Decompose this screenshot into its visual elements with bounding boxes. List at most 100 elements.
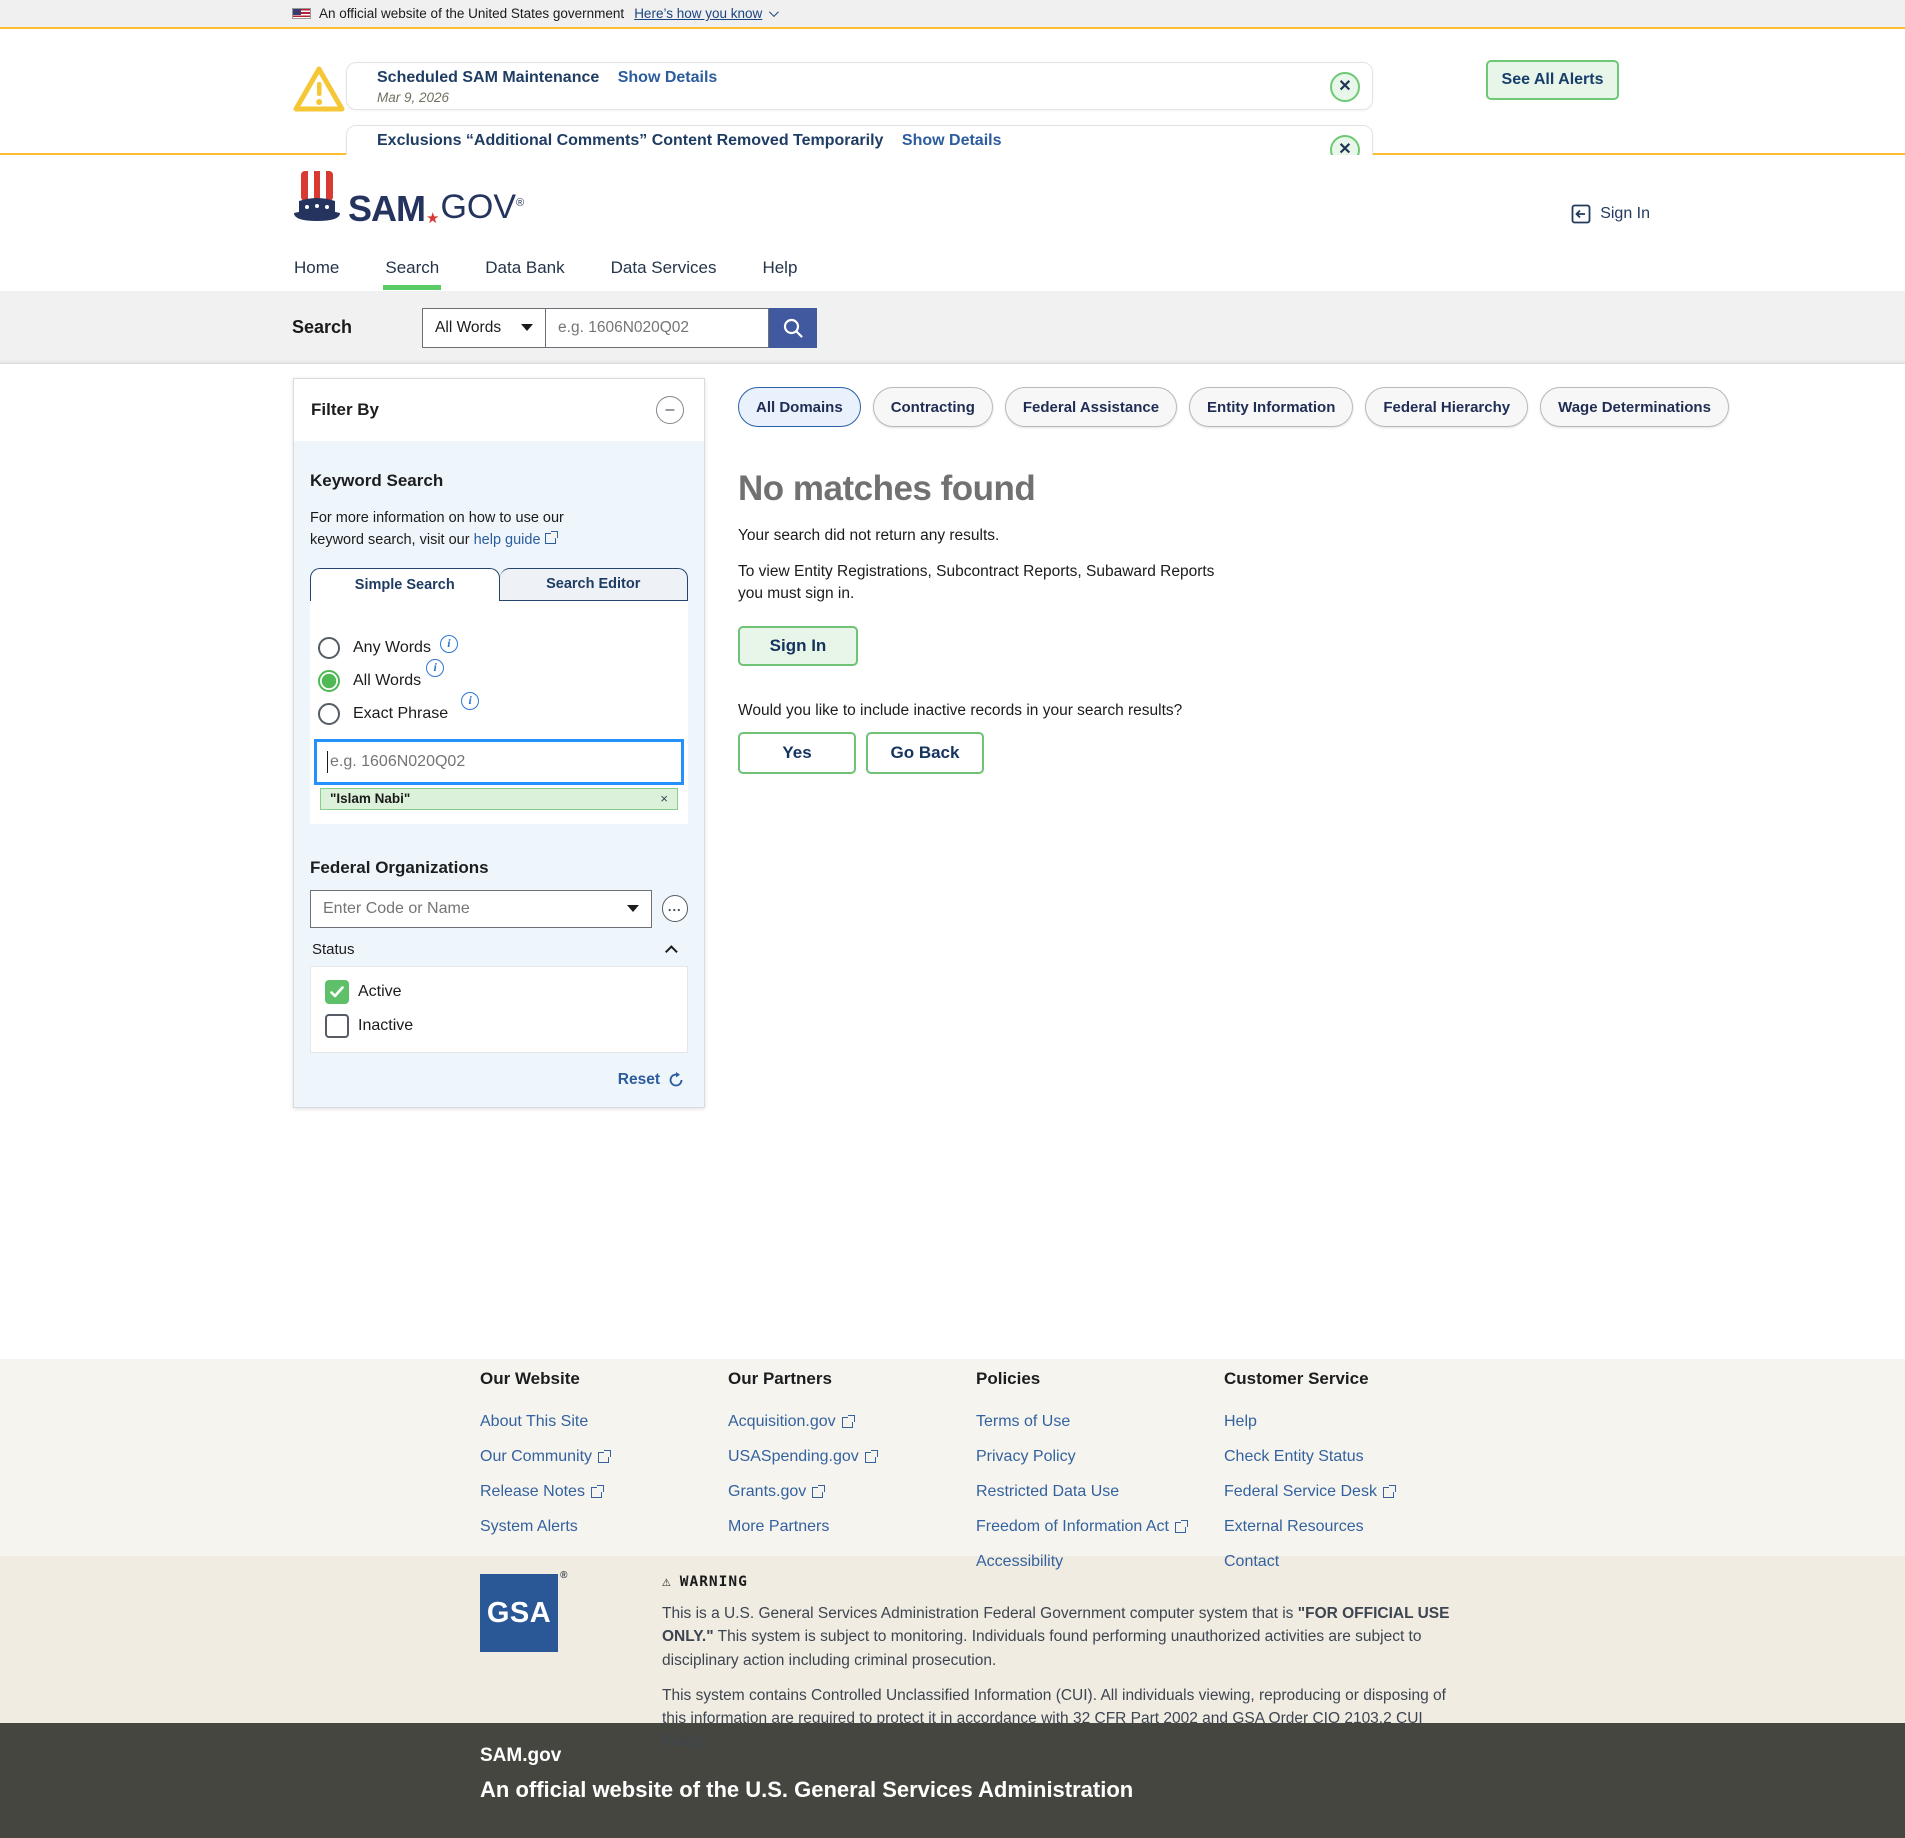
federal-org-placeholder: Enter Code or Name: [323, 900, 470, 918]
federal-org-select[interactable]: Enter Code or Name: [310, 890, 652, 928]
reset-filters[interactable]: Reset: [310, 1071, 684, 1089]
checkbox-unchecked-icon[interactable]: [325, 1014, 349, 1038]
gsa-logo-text: GSA: [487, 1597, 551, 1630]
footer-link-label: Release Notes: [480, 1483, 585, 1501]
footer-link-acquisition-gov[interactable]: Acquisition.gov: [728, 1413, 976, 1431]
sign-in-label: Sign In: [1600, 205, 1650, 223]
footer-link-our-community[interactable]: Our Community: [480, 1448, 728, 1466]
collapse-filters-button[interactable]: –: [656, 396, 684, 424]
checkbox-label: Active: [358, 983, 402, 1001]
see-all-alerts-button[interactable]: See All Alerts: [1486, 60, 1619, 100]
more-options-icon[interactable]: ...: [662, 895, 689, 922]
warning-triangle-icon: ⚠: [662, 1574, 672, 1590]
radio-any-words[interactable]: Any Words i: [318, 637, 684, 659]
tab-search-editor[interactable]: Search Editor: [500, 568, 689, 601]
footer-col-our-partners: Our Partners Acquisition.gov USASpending…: [728, 1369, 976, 1556]
footer-link-restricted-data-use[interactable]: Restricted Data Use: [976, 1483, 1224, 1501]
keyword-tabs: Simple Search Search Editor: [310, 568, 688, 601]
pill-all-domains[interactable]: All Domains: [738, 387, 861, 427]
nav-data-bank[interactable]: Data Bank: [483, 250, 566, 290]
status-options: Active Inactive: [310, 966, 688, 1053]
footer-link-label: External Resources: [1224, 1518, 1364, 1536]
gsa-logo: GSA ®: [480, 1574, 558, 1652]
radio-label: Any Words: [353, 639, 431, 657]
footer-link-label: Our Community: [480, 1448, 592, 1466]
sam-gov-logo[interactable]: SAM ★ GOV ®: [292, 169, 524, 227]
footer-link-contact[interactable]: Contact: [1224, 1553, 1472, 1571]
sign-in-button[interactable]: Sign In: [738, 626, 858, 666]
checkbox-active[interactable]: Active: [325, 980, 687, 1004]
tab-simple-search[interactable]: Simple Search: [310, 568, 500, 601]
footer-link-privacy-policy[interactable]: Privacy Policy: [976, 1448, 1224, 1466]
footer-links: Our Website About This Site Our Communit…: [0, 1359, 1905, 1556]
radio-all-words[interactable]: All Words i: [318, 670, 684, 692]
alert-date: Mar 9, 2026: [377, 90, 1312, 105]
warning-block: ⚠ WARNING This is a U.S. General Service…: [662, 1574, 1462, 1723]
footer-link-federal-service-desk[interactable]: Federal Service Desk: [1224, 1483, 1472, 1501]
show-details-link[interactable]: Show Details: [618, 69, 718, 86]
nav-data-services[interactable]: Data Services: [609, 250, 719, 290]
yes-button[interactable]: Yes: [738, 732, 856, 774]
info-icon[interactable]: i: [440, 635, 458, 653]
search-submit-button[interactable]: [769, 308, 817, 348]
results-column: All Domains Contracting Federal Assistan…: [738, 387, 1568, 774]
radio-label: All Words: [353, 672, 421, 690]
footer-link-help[interactable]: Help: [1224, 1413, 1472, 1431]
nav-search[interactable]: Search: [383, 250, 441, 290]
external-link-icon: [842, 1417, 853, 1428]
pill-contracting[interactable]: Contracting: [873, 387, 993, 427]
footer-link-accessibility[interactable]: Accessibility: [976, 1553, 1224, 1571]
chip-remove-icon[interactable]: ×: [660, 791, 668, 806]
info-icon[interactable]: i: [461, 692, 479, 710]
global-search-input[interactable]: e.g. 1606N020Q02: [546, 308, 769, 348]
alert-card-maintenance: Scheduled SAM Maintenance Show Details M…: [346, 62, 1373, 110]
keyword-input[interactable]: e.g. 1606N020Q02: [314, 739, 684, 785]
footer-link-label: More Partners: [728, 1518, 829, 1536]
footer-col-customer-service: Customer Service Help Check Entity Statu…: [1224, 1369, 1472, 1556]
footer-link-usaspending-gov[interactable]: USASpending.gov: [728, 1448, 976, 1466]
keyword-search-heading: Keyword Search: [310, 471, 688, 491]
pill-wage-determinations[interactable]: Wage Determinations: [1540, 387, 1729, 427]
search-mode-select[interactable]: All Words: [422, 308, 546, 348]
warning-paragraph-1: This is a U.S. General Services Administ…: [662, 1602, 1462, 1672]
no-results-message: Your search did not return any results.: [738, 527, 1568, 545]
radio-exact-phrase[interactable]: Exact Phrase i: [318, 703, 684, 725]
close-icon[interactable]: ✕: [1330, 72, 1360, 102]
checkbox-inactive[interactable]: Inactive: [325, 1014, 687, 1038]
go-back-button[interactable]: Go Back: [866, 732, 984, 774]
how-you-know-link[interactable]: Here’s how you know: [634, 6, 776, 21]
radio-circle[interactable]: [318, 703, 340, 725]
radio-circle-selected[interactable]: [318, 670, 340, 692]
footer-link-terms-of-use[interactable]: Terms of Use: [976, 1413, 1224, 1431]
inactive-records-question: Would you like to include inactive recor…: [738, 702, 1568, 720]
pill-entity-information[interactable]: Entity Information: [1189, 387, 1353, 427]
footer-link-external-resources[interactable]: External Resources: [1224, 1518, 1472, 1536]
footer-link-release-notes[interactable]: Release Notes: [480, 1483, 728, 1501]
footer-link-label: About This Site: [480, 1413, 588, 1431]
status-accordion[interactable]: Status: [312, 941, 686, 958]
footer-link-check-entity-status[interactable]: Check Entity Status: [1224, 1448, 1472, 1466]
pill-federal-hierarchy[interactable]: Federal Hierarchy: [1365, 387, 1528, 427]
info-icon[interactable]: i: [426, 659, 444, 677]
footer-link-label: Federal Service Desk: [1224, 1483, 1377, 1501]
show-details-link[interactable]: Show Details: [902, 132, 1002, 149]
us-flag-icon: [292, 8, 311, 19]
main-nav: Home Search Data Bank Data Services Help: [0, 249, 1905, 291]
help-guide-link[interactable]: help guide: [474, 532, 556, 548]
radio-circle[interactable]: [318, 637, 340, 659]
checkbox-checked-icon[interactable]: [325, 980, 349, 1004]
pill-federal-assistance[interactable]: Federal Assistance: [1005, 387, 1177, 427]
footer-link-foia[interactable]: Freedom of Information Act: [976, 1518, 1224, 1536]
footer-link-system-alerts[interactable]: System Alerts: [480, 1518, 728, 1536]
nav-help[interactable]: Help: [760, 250, 799, 290]
footer-link-more-partners[interactable]: More Partners: [728, 1518, 976, 1536]
search-band-label: Search: [292, 317, 352, 338]
text-cursor: [327, 751, 328, 773]
help-guide-label: help guide: [474, 532, 541, 548]
footer-col-our-website: Our Website About This Site Our Communit…: [480, 1369, 728, 1556]
nav-home[interactable]: Home: [292, 250, 341, 290]
footer-link-grants-gov[interactable]: Grants.gov: [728, 1483, 976, 1501]
sign-in-link[interactable]: Sign In: [1571, 204, 1650, 224]
external-link-icon: [812, 1487, 823, 1498]
footer-link-about-this-site[interactable]: About This Site: [480, 1413, 728, 1431]
